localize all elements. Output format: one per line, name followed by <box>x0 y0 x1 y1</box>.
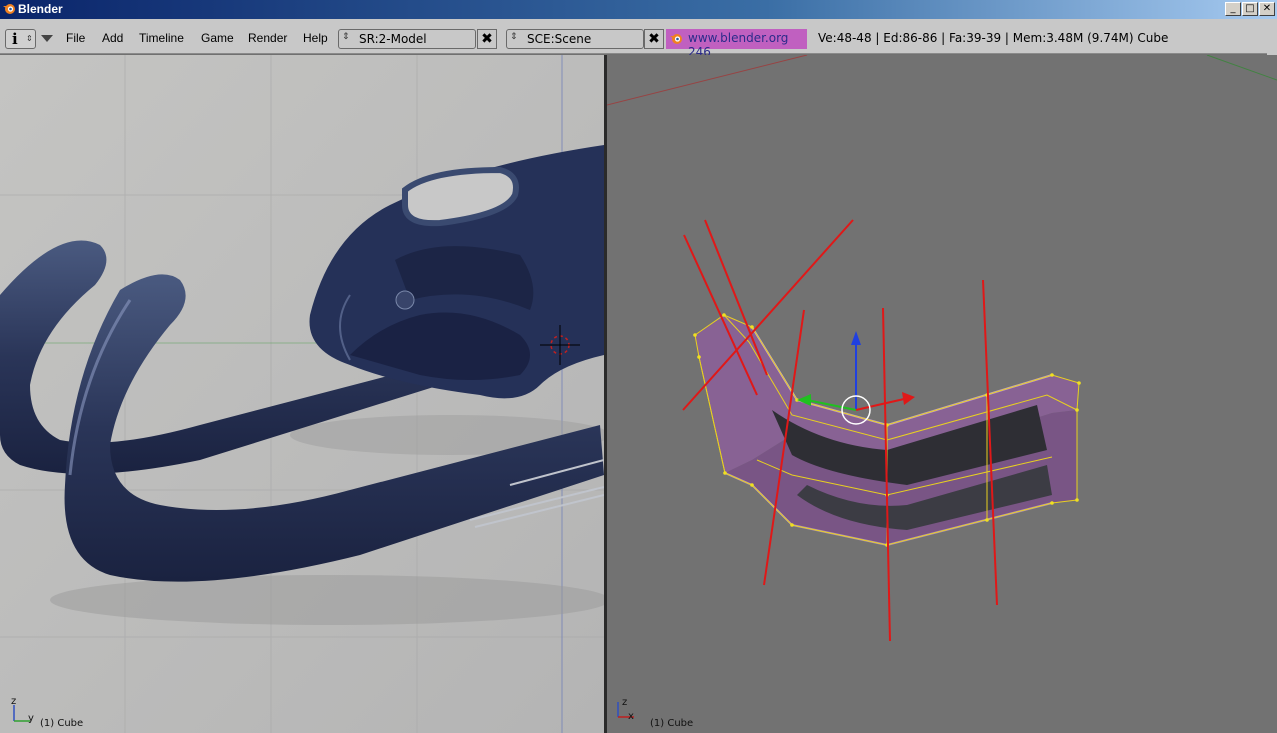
mesh-view <box>607 55 1277 733</box>
up-down-arrows-icon: ⇕ <box>510 32 518 42</box>
menu-game[interactable]: Game <box>201 31 234 45</box>
axis-y-label: y <box>28 713 34 724</box>
menu-render[interactable]: Render <box>248 31 287 45</box>
window-titlebar: Blender _ □ ✕ <box>0 0 1277 19</box>
axis-x-label: x <box>628 711 634 722</box>
object-info-label: (1) Cube <box>40 718 84 729</box>
window-title: Blender <box>18 2 63 16</box>
info-icon: i <box>12 30 18 48</box>
blender-url-button[interactable]: www.blender.org 246 <box>666 29 807 59</box>
menu-add[interactable]: Add <box>102 31 123 45</box>
right-3d-viewport[interactable]: z x (1) Cube <box>607 55 1277 733</box>
window-type-selector[interactable]: i ⇕ <box>5 29 36 49</box>
axis-z-label: z <box>622 697 628 708</box>
up-down-arrows-icon: ⇕ <box>342 32 350 42</box>
reference-image <box>0 55 604 733</box>
blender-logo-icon <box>670 34 682 44</box>
close-button[interactable]: ✕ <box>1259 2 1275 16</box>
delete-scene-button[interactable]: ✖ <box>644 29 664 49</box>
delete-screen-button[interactable]: ✖ <box>477 29 497 49</box>
scene-selector[interactable]: ⇕ SCE:Scene <box>506 29 644 49</box>
triangle-down-icon[interactable] <box>41 35 53 42</box>
scene-stats: Ve:48-48 | Ed:86-86 | Fa:39-39 | Mem:3.4… <box>818 31 1169 45</box>
axis-z-label: z <box>11 696 17 707</box>
menu-timeline[interactable]: Timeline <box>139 31 184 45</box>
screen-name: SR:2-Model <box>359 32 427 46</box>
minimize-button[interactable]: _ <box>1225 2 1241 16</box>
menu-help[interactable]: Help <box>303 31 328 45</box>
up-down-arrows-icon: ⇕ <box>26 34 33 43</box>
menu-file[interactable]: File <box>66 31 85 45</box>
scene-name: SCE:Scene <box>527 32 592 46</box>
left-3d-viewport[interactable]: z y (1) Cube <box>0 55 604 733</box>
info-header: i ⇕ File Add Timeline Game Render Help ⇕… <box>0 19 1277 71</box>
maximize-button[interactable]: □ <box>1242 2 1258 16</box>
object-info-label: (1) Cube <box>650 718 694 729</box>
screen-selector[interactable]: ⇕ SR:2-Model <box>338 29 476 49</box>
blender-logo-icon <box>3 4 15 14</box>
